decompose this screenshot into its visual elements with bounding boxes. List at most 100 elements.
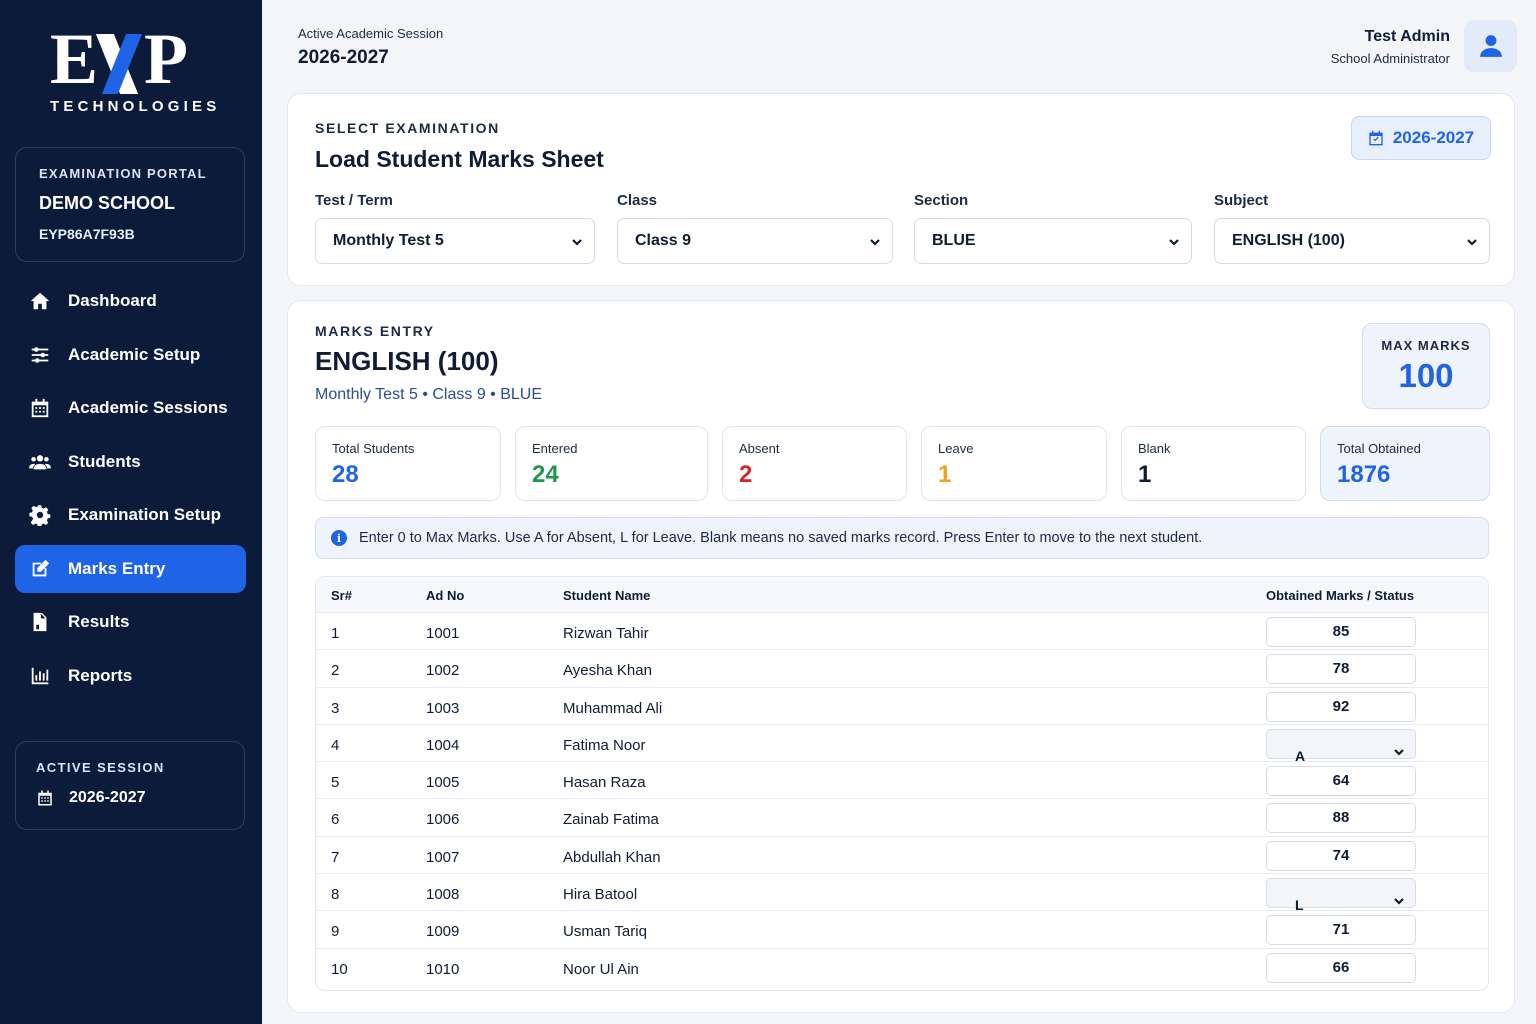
sidebar-item-label: Marks Entry: [68, 558, 166, 578]
subject-select[interactable]: ENGLISH (100): [1214, 218, 1490, 264]
cell-sr: 9: [331, 923, 340, 941]
marks-input[interactable]: 64: [1266, 766, 1416, 797]
marks-input[interactable]: 66: [1266, 952, 1416, 983]
cell-sr: 5: [331, 774, 340, 792]
users-icon: [28, 450, 52, 474]
cell-ad-no: 1006: [426, 811, 460, 829]
marks-input[interactable]: 78: [1266, 654, 1416, 685]
stat-label: Total Obtained: [1337, 441, 1421, 456]
marks-input[interactable]: 88: [1266, 803, 1416, 834]
chevron-down-icon: [1466, 235, 1478, 247]
marks-eyebrow: MARKS ENTRY: [315, 323, 435, 339]
table-row: 6 1006 Zainab Fatima 88: [316, 799, 1488, 837]
select-examination-card: SELECT EXAMINATION Load Student Marks Sh…: [287, 93, 1515, 286]
info-icon: i: [331, 530, 347, 546]
stat-label: Blank: [1138, 441, 1171, 456]
sliders-icon: [28, 343, 52, 367]
subject-value: ENGLISH (100): [1232, 232, 1345, 249]
cell-student-name: Abdullah Khan: [563, 848, 661, 866]
status-select[interactable]: A: [1266, 728, 1416, 764]
cell-sr: 1: [331, 625, 340, 642]
cell-ad-no: 1003: [426, 699, 460, 717]
column-header-ad-no: Ad No: [426, 588, 465, 603]
sidebar-nav: Dashboard Academic Setup Academic Sessio…: [15, 277, 246, 705]
table-row: 10 1010 Noor Ul Ain 66: [316, 949, 1488, 986]
user-name: Test Admin: [1364, 28, 1450, 45]
stat-value: 28: [332, 461, 359, 488]
home-icon: [28, 289, 52, 313]
sidebar-item-dashboard[interactable]: Dashboard: [15, 277, 246, 325]
chevron-down-icon: [1168, 235, 1180, 247]
sidebar-item-label: Dashboard: [68, 291, 157, 310]
marks-input[interactable]: 71: [1266, 915, 1416, 946]
class-select[interactable]: Class 9: [617, 218, 893, 264]
stat-label: Entered: [532, 441, 578, 456]
sidebar-item-marks-entry[interactable]: Marks Entry: [15, 544, 246, 593]
cell-ad-no: 1010: [426, 960, 460, 978]
subject-label: Subject: [1214, 192, 1269, 209]
stat-value: 24: [532, 461, 559, 488]
section-select[interactable]: BLUE: [914, 218, 1192, 264]
table-header: Sr# Ad No Student Name Obtained Marks / …: [316, 577, 1488, 613]
table-row: 4 1004 Fatima Noor A: [316, 725, 1488, 764]
bar-chart-icon: [28, 664, 52, 688]
marks-input[interactable]: 85: [1266, 617, 1416, 647]
select-eyebrow: SELECT EXAMINATION: [315, 120, 500, 136]
stat-value: 2: [739, 461, 753, 488]
sidebar-item-examination-setup[interactable]: Examination Setup: [15, 491, 246, 539]
marks-input[interactable]: 74: [1266, 840, 1416, 871]
test-term-select[interactable]: Monthly Test 5: [315, 218, 595, 264]
status-select[interactable]: L: [1266, 878, 1416, 913]
sidebar-item-academic-setup[interactable]: Academic Setup: [15, 331, 246, 379]
sidebar-item-academic-sessions[interactable]: Academic Sessions: [15, 384, 246, 432]
test-term-label: Test / Term: [315, 192, 393, 209]
stat-value: 1876: [1337, 461, 1391, 488]
sidebar-item-label: Reports: [68, 665, 133, 685]
stat-label: Leave: [938, 441, 974, 456]
marks-input[interactable]: 92: [1266, 691, 1416, 722]
stat-total-obtained: Total Obtained 1876: [1320, 426, 1490, 501]
sidebar-item-students[interactable]: Students: [15, 438, 246, 486]
table-row: 3 1003 Muhammad Ali 92: [316, 688, 1488, 725]
calendar-check-icon: [1369, 130, 1383, 146]
cell-ad-no: 1009: [426, 923, 460, 941]
cell-ad-no: 1001: [426, 625, 460, 642]
class-value: Class 9: [635, 232, 692, 249]
header-subtitle: Active Academic Session: [298, 26, 444, 41]
select-title: Load Student Marks Sheet: [315, 146, 604, 172]
column-header-sr: Sr#: [331, 588, 352, 603]
sidebar-item-results[interactable]: Results: [15, 598, 246, 646]
table-row: 5 1005 Hasan Raza 64: [316, 762, 1488, 800]
chevron-down-icon: [571, 235, 583, 247]
logo-letter-right: P: [144, 19, 188, 99]
school-name: DEMO SCHOOL: [39, 193, 176, 213]
portal-label: EXAMINATION PORTAL: [39, 166, 207, 181]
table-row: 2 1002 Ayesha Khan 78: [316, 650, 1488, 688]
chevron-down-icon: [869, 235, 881, 247]
sidebar-item-label: Academic Sessions: [68, 398, 228, 417]
cell-ad-no: 1007: [426, 848, 460, 866]
marks-table: Sr# Ad No Student Name Obtained Marks / …: [315, 576, 1489, 991]
table-row: 8 1008 Hira Batool L: [316, 874, 1488, 913]
year-pill[interactable]: 2026-2027: [1351, 116, 1491, 160]
cell-sr: 10: [331, 960, 348, 978]
cell-ad-no: 1002: [426, 662, 460, 680]
table-row: 9 1009 Usman Tariq 71: [316, 911, 1488, 949]
table-row: 1 1001 Rizwan Tahir 85: [316, 613, 1488, 651]
cell-sr: 7: [331, 848, 340, 866]
logo-letter-left: E: [50, 19, 98, 99]
class-label: Class: [617, 192, 658, 209]
calendar-icon: [38, 790, 52, 806]
stat-value: 1: [1138, 461, 1152, 488]
sidebar-item-reports[interactable]: Reports: [15, 652, 246, 700]
chevron-down-icon: [1393, 739, 1405, 756]
cell-student-name: Rizwan Tahir: [563, 625, 649, 642]
sidebar-item-label: Students: [68, 451, 141, 471]
sidebar-item-label: Examination Setup: [68, 505, 222, 524]
cell-ad-no: 1005: [426, 774, 460, 792]
column-header-marks: Obtained Marks / Status: [1266, 588, 1415, 603]
cell-sr: 3: [331, 699, 340, 717]
year-pill-label: 2026-2027: [1392, 128, 1475, 147]
avatar[interactable]: [1464, 20, 1517, 72]
school-code: EYP86A7F93B: [39, 226, 135, 242]
